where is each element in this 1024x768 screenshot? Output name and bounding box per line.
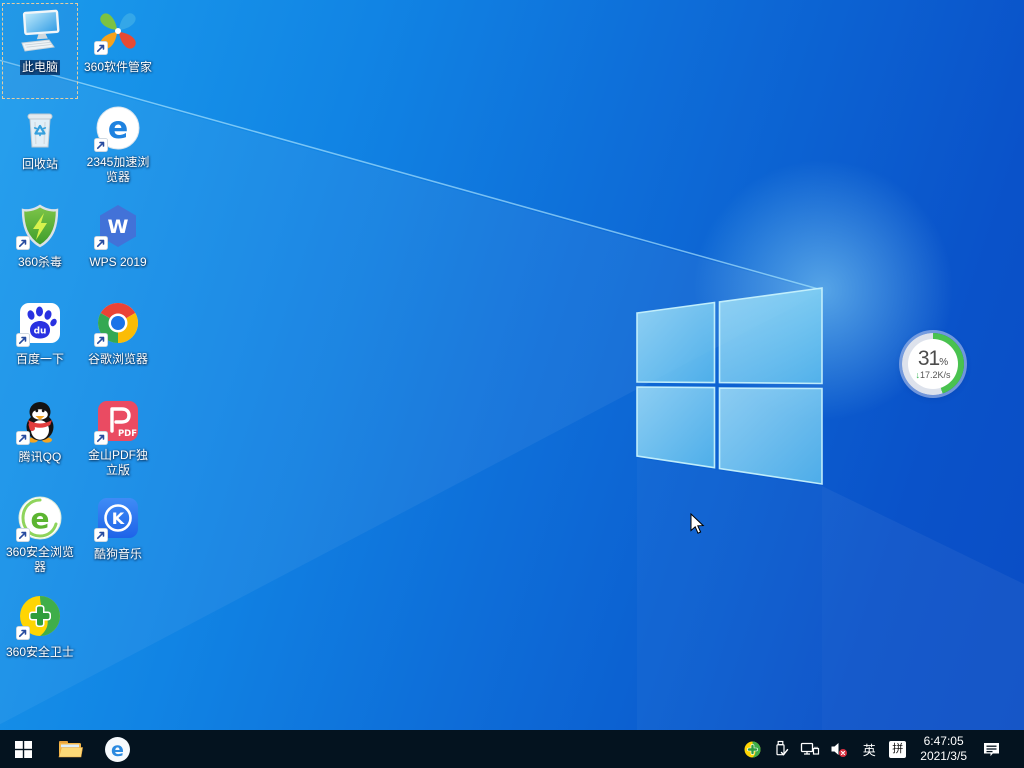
ime-language-indicator[interactable]: 英 xyxy=(858,740,880,759)
shortcut-arrow-icon xyxy=(16,528,30,542)
windows-desktop: 此电脑 360软件管家 xyxy=(0,0,1024,768)
baidu-icon: du xyxy=(16,299,64,347)
speed-float-widget[interactable]: 31% ↓17.2K/s xyxy=(902,333,964,395)
desktop-icon-360-browser[interactable]: e 360安全浏览器 xyxy=(2,490,78,586)
360-safeguard-icon xyxy=(16,592,64,640)
qq-icon xyxy=(16,397,64,445)
icon-label: 酷狗音乐 xyxy=(92,547,144,562)
desktop-icon-2345-browser[interactable]: e 2345加速浏览器 xyxy=(80,100,156,196)
desktop-icon-360-antivirus[interactable]: 360杀毒 xyxy=(2,198,78,294)
memory-percent: 31% xyxy=(918,348,948,369)
wps-2019-icon: W xyxy=(94,202,142,250)
download-speed: ↓17.2K/s xyxy=(915,371,950,380)
ime-mode-indicator[interactable]: 拼 xyxy=(889,741,906,758)
icon-label: 360安全卫士 xyxy=(4,645,76,660)
shortcut-arrow-icon xyxy=(94,431,108,445)
taskbar: e xyxy=(0,730,1024,768)
recycle-bin-icon xyxy=(16,104,64,152)
this-pc-icon xyxy=(16,7,64,55)
desktop-icon-kingsoft-pdf[interactable]: PDF 金山PDF独立版 xyxy=(80,393,156,489)
icon-label: 腾讯QQ xyxy=(17,450,64,465)
windows-logo xyxy=(637,288,822,484)
desktop-icon-recycle-bin[interactable]: 回收站 xyxy=(2,100,78,196)
taskbar-clock[interactable]: 6:47:05 2021/3/5 xyxy=(915,734,972,764)
chrome-icon xyxy=(94,299,142,347)
browser-taskbar-button[interactable]: e xyxy=(94,730,141,768)
icon-label: 360安全浏览器 xyxy=(3,545,77,575)
icon-label: 回收站 xyxy=(20,157,60,172)
desktop-icon-360-software-manager[interactable]: 360软件管家 xyxy=(80,3,156,99)
shortcut-arrow-icon xyxy=(94,41,108,55)
file-explorer-button[interactable] xyxy=(47,730,94,768)
start-button[interactable] xyxy=(0,730,47,768)
svg-text:du: du xyxy=(34,327,47,337)
tray-network-icon[interactable] xyxy=(800,730,820,768)
svg-text:PDF: PDF xyxy=(118,429,137,439)
action-center-icon xyxy=(982,740,1001,759)
svg-text:e: e xyxy=(108,111,128,146)
desktop-icon-this-pc[interactable]: 此电脑 xyxy=(2,3,78,99)
desktop-icon-baidu[interactable]: du 百度一下 xyxy=(2,295,78,391)
action-center-button[interactable] xyxy=(981,730,1001,768)
icon-label: 此电脑 xyxy=(20,60,60,75)
tray-usb-device-icon[interactable] xyxy=(771,730,791,768)
kugou-music-icon: K xyxy=(94,494,142,542)
tray-volume-muted-icon[interactable] xyxy=(829,730,849,768)
360-software-manager-icon xyxy=(94,7,142,55)
360-antivirus-icon xyxy=(16,202,64,250)
svg-text:W: W xyxy=(108,216,129,238)
shortcut-arrow-icon xyxy=(94,236,108,250)
icon-label: 360杀毒 xyxy=(16,255,64,270)
shortcut-arrow-icon xyxy=(16,431,30,445)
icon-label: 2345加速浏览器 xyxy=(81,155,155,185)
desktop-icon-wps-2019[interactable]: W WPS 2019 xyxy=(80,198,156,294)
shortcut-arrow-icon xyxy=(94,138,108,152)
speed-widget-face: 31% ↓17.2K/s xyxy=(908,339,958,389)
2345-browser-icon: e xyxy=(94,104,142,152)
kingsoft-pdf-icon: PDF xyxy=(94,397,142,445)
svg-text:e: e xyxy=(31,502,50,535)
desktop-icon-kugou-music[interactable]: K 酷狗音乐 xyxy=(80,490,156,586)
lower-right-wedge xyxy=(822,486,1024,730)
shortcut-arrow-icon xyxy=(16,236,30,250)
shortcut-arrow-icon xyxy=(94,528,108,542)
360-browser-icon: e xyxy=(16,494,64,542)
clock-date: 2021/3/5 xyxy=(920,749,967,764)
clock-time: 6:47:05 xyxy=(920,734,967,749)
desktop-icon-qq[interactable]: 腾讯QQ xyxy=(2,393,78,489)
system-tray: 英 拼 6:47:05 2021/3/5 xyxy=(742,730,1024,768)
browser-e-icon: e xyxy=(104,736,131,763)
icon-label: 360软件管家 xyxy=(82,60,154,75)
desktop-icon-360-safeguard[interactable]: 360安全卫士 xyxy=(2,588,78,684)
logo-reflection xyxy=(637,458,822,730)
shortcut-arrow-icon xyxy=(16,333,30,347)
windows-start-icon xyxy=(15,741,32,758)
file-explorer-icon xyxy=(58,738,83,760)
svg-text:K: K xyxy=(112,509,125,528)
icon-label: WPS 2019 xyxy=(87,255,148,270)
svg-text:e: e xyxy=(111,739,124,761)
icon-label: 百度一下 xyxy=(14,352,66,367)
tray-360-safeguard-icon[interactable] xyxy=(742,730,762,768)
shortcut-arrow-icon xyxy=(16,626,30,640)
icon-label: 谷歌浏览器 xyxy=(86,352,150,367)
icon-label: 金山PDF独立版 xyxy=(81,448,155,478)
shortcut-arrow-icon xyxy=(94,333,108,347)
desktop-icon-chrome[interactable]: 谷歌浏览器 xyxy=(80,295,156,391)
